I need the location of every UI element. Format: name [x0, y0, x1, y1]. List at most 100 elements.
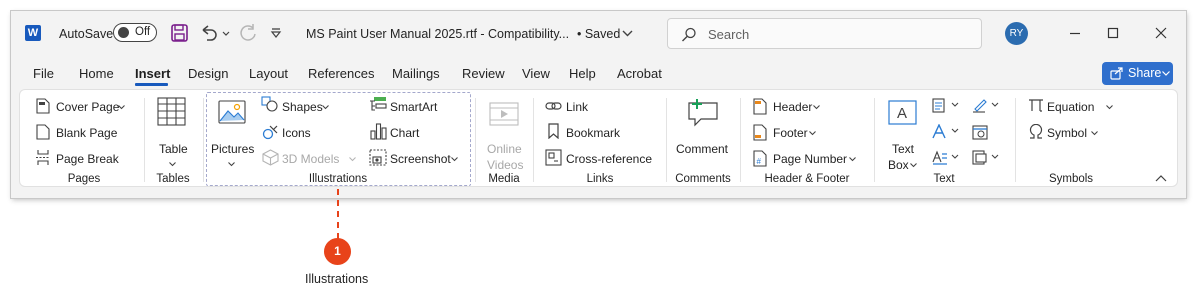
- autosave-toggle[interactable]: Off: [113, 23, 157, 42]
- comment-button[interactable]: Comment: [676, 142, 728, 156]
- chevron-down-icon[interactable]: [813, 105, 820, 110]
- cross-reference-button[interactable]: Cross-reference: [566, 152, 652, 166]
- tab-acrobat[interactable]: Acrobat: [617, 66, 662, 81]
- chevron-down-icon[interactable]: [169, 162, 176, 167]
- group-separator: [475, 98, 476, 182]
- chevron-down-icon[interactable]: [349, 157, 356, 162]
- table-icon: [157, 97, 186, 126]
- date-time-icon[interactable]: [972, 124, 1002, 140]
- cross-reference-icon: [545, 149, 562, 166]
- cover-page-button[interactable]: Cover Page: [56, 100, 119, 114]
- header-icon: [753, 98, 767, 115]
- chart-icon: [370, 123, 387, 140]
- text-box-label-1[interactable]: Text: [892, 142, 914, 156]
- quick-parts-icon[interactable]: [932, 98, 962, 113]
- online-videos-icon: [489, 100, 519, 128]
- tab-review[interactable]: Review: [462, 66, 505, 81]
- chevron-down-icon[interactable]: [849, 157, 856, 162]
- group-separator: [144, 98, 145, 182]
- blank-page-button[interactable]: Blank Page: [56, 126, 117, 140]
- share-icon: [1110, 66, 1124, 80]
- tab-view[interactable]: View: [522, 66, 550, 81]
- redo-icon[interactable]: [238, 23, 258, 43]
- close-icon[interactable]: [1151, 23, 1171, 43]
- chevron-down-icon[interactable]: [910, 163, 917, 168]
- save-icon[interactable]: [171, 24, 188, 42]
- smartart-button[interactable]: SmartArt: [390, 100, 437, 114]
- 3d-models-button[interactable]: 3D Models: [282, 152, 339, 166]
- footer-icon: [753, 124, 767, 141]
- group-separator: [740, 98, 741, 182]
- object-icon[interactable]: [972, 150, 1002, 165]
- chart-button[interactable]: Chart: [390, 126, 419, 140]
- tab-mailings[interactable]: Mailings: [392, 66, 440, 81]
- customize-quick-access-icon[interactable]: [270, 27, 282, 39]
- bookmark-button[interactable]: Bookmark: [566, 126, 620, 140]
- cover-page-icon: [36, 98, 50, 114]
- share-label: Share: [1128, 66, 1162, 80]
- header-button[interactable]: Header: [773, 100, 812, 114]
- page-break-icon: [35, 149, 51, 166]
- group-label-text: Text: [933, 173, 955, 185]
- chevron-down-icon[interactable]: [451, 157, 458, 162]
- search-icon: [681, 27, 697, 43]
- screenshot-button[interactable]: Screenshot: [390, 152, 451, 166]
- wordart-icon[interactable]: [932, 124, 962, 139]
- table-button[interactable]: Table: [159, 142, 188, 156]
- share-button[interactable]: Share: [1102, 62, 1173, 85]
- bookmark-icon: [548, 123, 559, 139]
- online-videos-label-1[interactable]: Online: [487, 142, 522, 156]
- callout-label: Illustrations: [305, 272, 369, 286]
- symbol-button[interactable]: Symbol: [1047, 126, 1087, 140]
- page-break-button[interactable]: Page Break: [56, 152, 119, 166]
- saved-status[interactable]: • Saved: [577, 27, 620, 41]
- callout-connector: [337, 189, 339, 239]
- maximize-icon[interactable]: [1103, 23, 1123, 43]
- chevron-down-icon[interactable]: [228, 162, 235, 167]
- page-number-button[interactable]: Page Number: [773, 152, 847, 166]
- chevron-down-icon[interactable]: [1091, 131, 1098, 136]
- tab-help[interactable]: Help: [569, 66, 596, 81]
- tab-file[interactable]: File: [33, 66, 54, 81]
- icons-button[interactable]: Icons: [282, 126, 311, 140]
- tab-home[interactable]: Home: [79, 66, 114, 81]
- share-chevron-icon: [1162, 71, 1170, 76]
- group-label-comments: Comments: [675, 173, 731, 185]
- text-box-label-2[interactable]: Box: [888, 158, 909, 172]
- shapes-icon: [261, 96, 279, 112]
- group-separator: [874, 98, 875, 182]
- equation-button[interactable]: Equation: [1047, 100, 1094, 114]
- footer-button[interactable]: Footer: [773, 126, 808, 140]
- group-label-symbols: Symbols: [1048, 173, 1094, 185]
- minimize-icon[interactable]: [1065, 23, 1085, 43]
- undo-icon[interactable]: [199, 24, 231, 42]
- group-label-links: Links: [586, 173, 614, 185]
- tab-insert[interactable]: Insert: [135, 66, 170, 81]
- tab-design[interactable]: Design: [188, 66, 228, 81]
- pictures-button[interactable]: Pictures: [211, 142, 254, 156]
- icons-icon: [262, 123, 279, 140]
- chevron-down-icon[interactable]: [322, 105, 329, 110]
- svg-text:A: A: [897, 105, 907, 122]
- autosave-state: Off: [135, 26, 151, 38]
- tab-layout[interactable]: Layout: [249, 66, 288, 81]
- collapse-ribbon-icon[interactable]: [1155, 174, 1167, 182]
- document-title[interactable]: MS Paint User Manual 2025.rtf - Compatib…: [306, 27, 569, 41]
- group-label-illustrations: Illustrations: [308, 173, 368, 185]
- user-avatar[interactable]: RY: [1005, 22, 1028, 45]
- link-button[interactable]: Link: [566, 100, 588, 114]
- group-label-pages: Pages: [67, 173, 101, 185]
- autosave-label: AutoSave: [59, 27, 114, 41]
- tab-references[interactable]: References: [308, 66, 374, 81]
- group-separator: [1015, 98, 1016, 182]
- link-icon: [545, 100, 562, 112]
- search-input[interactable]: Search: [667, 18, 982, 49]
- chevron-down-icon[interactable]: [118, 105, 125, 110]
- chevron-down-icon[interactable]: [809, 131, 816, 136]
- chevron-down-icon[interactable]: [622, 30, 633, 37]
- drop-cap-icon[interactable]: [932, 150, 962, 165]
- signature-line-icon[interactable]: [972, 98, 1002, 113]
- chevron-down-icon[interactable]: [1106, 105, 1113, 110]
- shapes-button[interactable]: Shapes: [282, 100, 323, 114]
- online-videos-label-2[interactable]: Videos: [487, 158, 523, 172]
